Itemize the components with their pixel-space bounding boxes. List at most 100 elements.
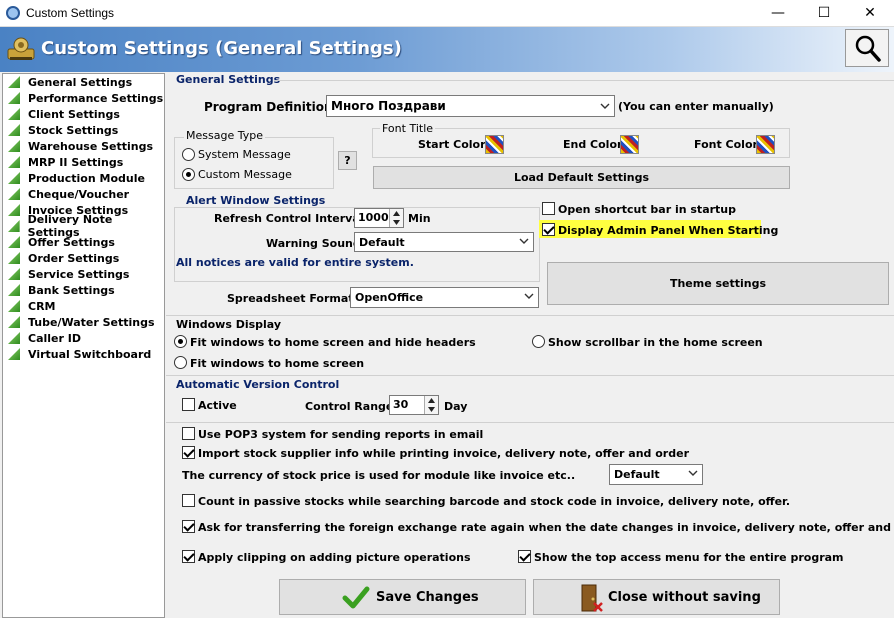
- sidebar-item-order[interactable]: Order Settings: [8, 250, 119, 266]
- close-button[interactable]: ✕: [847, 0, 893, 26]
- show-scrollbar-label: Show scrollbar in the home screen: [548, 336, 763, 349]
- message-type-label: Message Type: [184, 129, 265, 142]
- pop3-label: Use POP3 system for sending reports in e…: [198, 428, 484, 441]
- spreadsheet-format-combo[interactable]: OpenOffice: [350, 287, 539, 308]
- settings-sidebar: General Settings Performance Settings Cl…: [2, 73, 165, 618]
- window-title: Custom Settings: [26, 6, 115, 20]
- theme-settings-button[interactable]: Theme settings: [547, 262, 889, 305]
- currency-combo[interactable]: Default: [609, 464, 703, 485]
- start-color-label: Start Color: [418, 138, 486, 151]
- search-icon: [855, 35, 881, 62]
- sidebar-item-bank[interactable]: Bank Settings: [8, 282, 115, 298]
- system-message-label: System Message: [198, 148, 291, 161]
- header-banner: Custom Settings (General Settings): [0, 27, 894, 72]
- refresh-interval-label: Refresh Control Interval: [214, 212, 364, 225]
- sidebar-item-mrp[interactable]: MRP II Settings: [8, 154, 123, 170]
- save-changes-button[interactable]: Save Changes: [279, 579, 526, 615]
- spreadsheet-format-label: Spreadsheet Format: [227, 292, 354, 305]
- green-triangle-icon: [8, 204, 20, 216]
- sidebar-item-stock[interactable]: Stock Settings: [8, 122, 118, 138]
- exit-door-icon: [581, 584, 603, 612]
- divider: [166, 375, 894, 376]
- clipping-checkbox[interactable]: [182, 550, 195, 563]
- sidebar-item-cheque[interactable]: Cheque/Voucher: [8, 186, 129, 202]
- show-scrollbar-radio[interactable]: [532, 335, 545, 348]
- end-color-picker-icon[interactable]: [620, 135, 639, 154]
- green-check-icon: [342, 586, 370, 609]
- top-menu-label: Show the top access menu for the entire …: [534, 551, 844, 564]
- refresh-interval-spinner[interactable]: 1000: [354, 208, 404, 228]
- program-definition-label: Program Definition: [204, 100, 333, 114]
- minimize-button[interactable]: —: [755, 0, 801, 26]
- fit-windows-radio[interactable]: [174, 356, 187, 369]
- message-help-button[interactable]: ?: [338, 151, 357, 170]
- open-shortcut-checkbox[interactable]: [542, 202, 555, 215]
- clipping-label: Apply clipping on adding picture operati…: [198, 551, 471, 564]
- pop3-checkbox[interactable]: [182, 427, 195, 440]
- sidebar-item-service[interactable]: Service Settings: [8, 266, 129, 282]
- green-triangle-icon: [8, 188, 20, 200]
- title-bar: Custom Settings — ☐ ✕: [0, 0, 894, 27]
- custom-message-radio[interactable]: [182, 168, 195, 181]
- green-triangle-icon: [8, 140, 20, 152]
- sidebar-item-crm[interactable]: CRM: [8, 298, 56, 314]
- settings-panel: General Settings Program Definition Мног…: [166, 73, 894, 618]
- green-triangle-icon: [8, 284, 20, 296]
- chevron-down-icon: [519, 238, 529, 244]
- font-color-picker-icon[interactable]: [756, 135, 775, 154]
- exchange-rate-label: Ask for transferring the foreign exchang…: [198, 521, 894, 534]
- control-range-spinner[interactable]: 30: [389, 395, 439, 415]
- warning-sound-label: Warning Sound: [266, 237, 361, 250]
- message-type-group: [174, 137, 334, 189]
- green-triangle-icon: [8, 124, 20, 136]
- control-range-label: Control Range: [305, 400, 394, 413]
- sidebar-item-virtual-switchboard[interactable]: Virtual Switchboard: [8, 346, 151, 362]
- display-admin-checkbox[interactable]: [542, 223, 555, 236]
- sidebar-item-offer[interactable]: Offer Settings: [8, 234, 115, 250]
- sidebar-item-caller-id[interactable]: Caller ID: [8, 330, 81, 346]
- sidebar-item-warehouse[interactable]: Warehouse Settings: [8, 138, 153, 154]
- alert-window-label: Alert Window Settings: [184, 194, 328, 207]
- green-triangle-icon: [8, 252, 20, 264]
- import-stock-checkbox[interactable]: [182, 446, 195, 459]
- sidebar-item-delivery-note[interactable]: Delivery Note Settings: [8, 213, 164, 239]
- end-color-label: End Color: [563, 138, 623, 151]
- sidebar-item-performance[interactable]: Performance Settings: [8, 90, 163, 106]
- green-triangle-icon: [8, 220, 20, 232]
- spinner-arrows-icon[interactable]: [424, 396, 438, 414]
- fit-hide-headers-label: Fit windows to home screen and hide head…: [190, 336, 476, 349]
- settings-icon: [7, 37, 35, 60]
- top-menu-checkbox[interactable]: [518, 550, 531, 563]
- sidebar-item-production[interactable]: Production Module: [8, 170, 145, 186]
- version-control-heading: Automatic Version Control: [176, 378, 340, 391]
- close-without-saving-button[interactable]: Close without saving: [533, 579, 780, 615]
- system-message-radio[interactable]: [182, 148, 195, 161]
- search-button[interactable]: [845, 29, 889, 67]
- passive-stocks-checkbox[interactable]: [182, 494, 195, 507]
- chevron-down-icon: [524, 293, 534, 299]
- maximize-button[interactable]: ☐: [801, 0, 847, 26]
- version-active-checkbox[interactable]: [182, 398, 195, 411]
- divider: [166, 422, 894, 423]
- sidebar-item-general[interactable]: General Settings: [8, 74, 132, 90]
- sidebar-item-client[interactable]: Client Settings: [8, 106, 120, 122]
- green-triangle-icon: [8, 300, 20, 312]
- green-triangle-icon: [8, 76, 20, 88]
- import-stock-label: Import stock supplier info while printin…: [198, 447, 689, 460]
- fit-windows-label: Fit windows to home screen: [190, 357, 365, 370]
- general-settings-heading: General Settings: [176, 73, 281, 86]
- sidebar-item-tube-water[interactable]: Tube/Water Settings: [8, 314, 155, 330]
- program-definition-combo[interactable]: Много Поздрави: [326, 95, 615, 117]
- page-title: Custom Settings (General Settings): [41, 38, 402, 59]
- exchange-rate-checkbox[interactable]: [182, 520, 195, 533]
- green-triangle-icon: [8, 316, 20, 328]
- spinner-arrows-icon[interactable]: [389, 209, 403, 227]
- green-triangle-icon: [8, 92, 20, 104]
- font-color-label: Font Color: [694, 138, 758, 151]
- chevron-down-icon: [600, 103, 610, 109]
- start-color-picker-icon[interactable]: [485, 135, 504, 154]
- fit-hide-headers-radio[interactable]: [174, 335, 187, 348]
- warning-sound-combo[interactable]: Default: [354, 232, 534, 252]
- load-default-settings-button[interactable]: Load Default Settings: [373, 166, 790, 189]
- app-icon: [6, 6, 20, 20]
